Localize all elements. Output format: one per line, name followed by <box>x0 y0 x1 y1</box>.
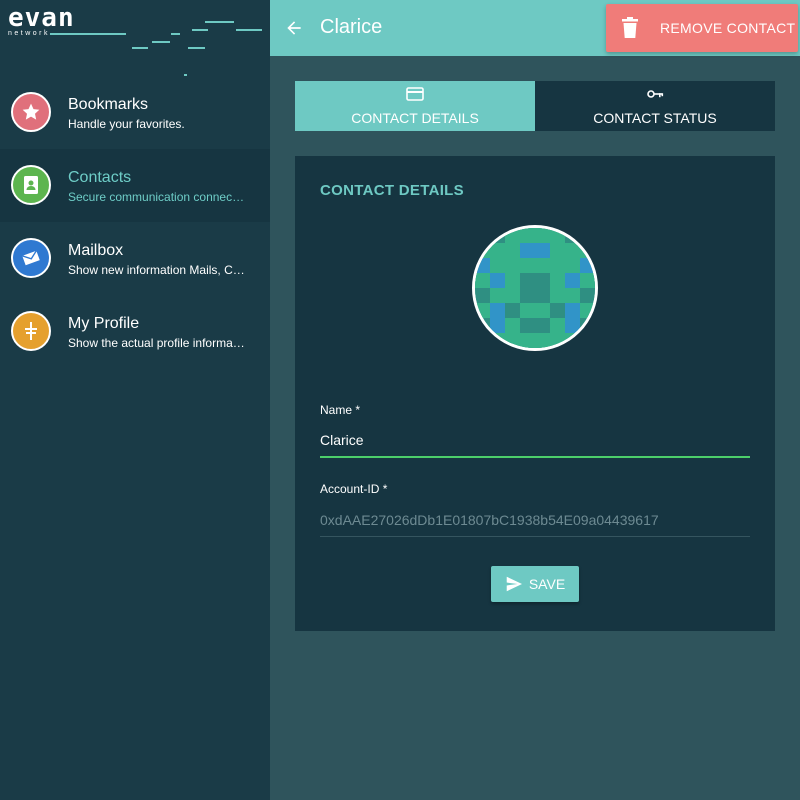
account-id-label: Account-ID * <box>320 482 388 496</box>
arrow-back-icon[interactable] <box>280 14 308 42</box>
key-icon <box>535 87 775 101</box>
contact-details-card: CONTACT DETAILS Name * Clarice Account-I… <box>295 156 775 631</box>
account-id-input[interactable] <box>320 512 750 537</box>
sidebar-nav: Bookmarks Handle your favorites. Contact… <box>0 76 270 368</box>
remove-contact-button[interactable]: REMOVE CONTACT <box>606 4 798 52</box>
save-label: SAVE <box>528 576 566 592</box>
sidebar-item-bookmarks[interactable]: Bookmarks Handle your favorites. <box>0 76 270 149</box>
tab-label: CONTACT DETAILS <box>351 110 479 126</box>
sidebar-item-contacts[interactable]: Contacts Secure communication connection… <box>0 149 270 222</box>
mail-icon <box>11 238 51 278</box>
sidebar-item-title: My Profile <box>68 315 140 332</box>
identicon-image <box>475 228 595 348</box>
page-title: Clarice <box>320 16 383 38</box>
tab-label: CONTACT STATUS <box>593 110 717 126</box>
sidebar-item-my-profile[interactable]: My Profile Show the actual profile infor… <box>0 295 270 368</box>
remove-contact-label: REMOVE CONTACT <box>660 20 796 36</box>
sidebar: evan network Bookmarks Handle your favor… <box>0 0 270 800</box>
logo-dashes-decoration <box>50 21 262 76</box>
brand-logo[interactable]: evan network <box>8 5 270 82</box>
card-title: CONTACT DETAILS <box>320 182 464 199</box>
top-bar: Clarice REMOVE CONTACT <box>270 0 800 56</box>
sidebar-item-title: Mailbox <box>68 242 124 259</box>
trash-icon <box>606 16 654 40</box>
sidebar-item-subtitle: Show the actual profile information <box>68 336 246 350</box>
card-icon <box>295 87 535 101</box>
name-label: Name * <box>320 403 361 417</box>
sidebar-item-subtitle: Handle your favorites. <box>68 117 185 131</box>
tab-contact-details[interactable]: CONTACT DETAILS <box>295 81 535 131</box>
sidebar-item-mailbox[interactable]: Mailbox Show new information Mails, Cont… <box>0 222 270 295</box>
star-icon <box>11 92 51 132</box>
sidebar-item-subtitle: Secure communication connections <box>68 190 246 204</box>
contact-avatar <box>472 225 598 351</box>
profile-icon <box>11 311 51 351</box>
sidebar-item-title: Bookmarks <box>68 96 149 113</box>
sidebar-item-title: Contacts <box>68 169 132 186</box>
sidebar-item-subtitle: Show new information Mails, Contact requ… <box>68 263 246 277</box>
send-icon <box>506 576 522 592</box>
save-button[interactable]: SAVE <box>491 566 579 602</box>
tab-contact-status[interactable]: CONTACT STATUS <box>535 81 775 131</box>
address-book-icon <box>11 165 51 205</box>
tab-bar: CONTACT DETAILS CONTACT STATUS <box>295 81 775 131</box>
name-input[interactable] <box>320 432 750 458</box>
